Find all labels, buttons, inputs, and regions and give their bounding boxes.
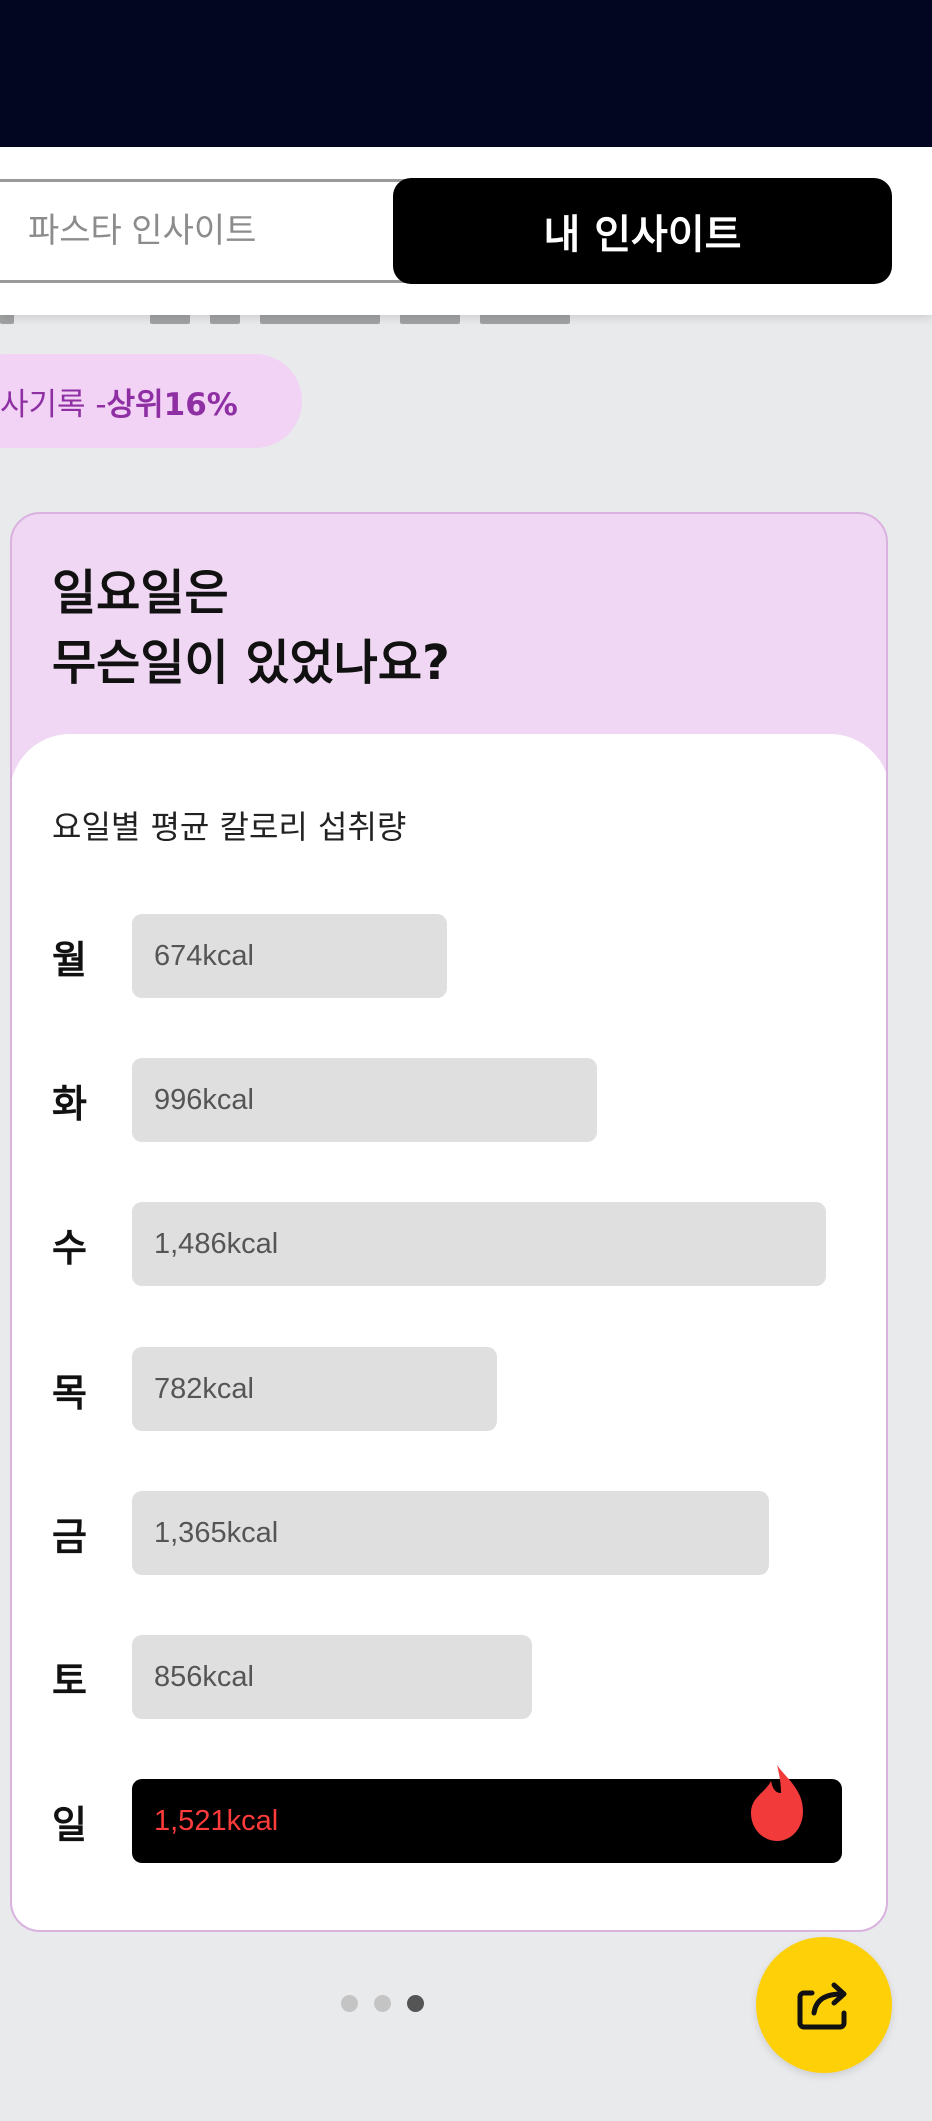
chart-panel: 요일별 평균 칼로리 섭취량 월 674kcal 화 996kcal 수 1,486kca… [12, 734, 886, 1930]
share-icon [797, 1982, 847, 2030]
day-label: 토 [52, 1658, 87, 1703]
rank-badge-value: 상위16% [106, 386, 238, 423]
page-dot[interactable] [407, 1994, 424, 2012]
day-label: 월 [52, 937, 87, 982]
card-title: 일요일은 무슨일이 있었나요? [52, 558, 832, 698]
card-title-line-2: 무슨일이 있었나요? [52, 635, 450, 691]
page-dot[interactable] [374, 1994, 391, 2012]
status-bar [0, 0, 932, 147]
day-label: 수 [52, 1225, 87, 1270]
bar-value-label: 782kcal [154, 1372, 254, 1405]
weekday-calorie-chart: 월 674kcal 화 996kcal 수 1,486kcal 목 782kcal 금 1,365… [12, 734, 886, 1930]
page-indicator [341, 1994, 431, 2012]
bar-value-label: 856kcal [154, 1660, 254, 1693]
insight-screen: 파스타 인사이트 내 인사이트 사기록 - 상위16% 일요일은 무슨일이 있었… [0, 0, 932, 2121]
insight-card: 일요일은 무슨일이 있었나요? 요일별 평균 칼로리 섭취량 월 674kcal 화… [10, 512, 888, 1932]
insight-tab-bar: 파스타 인사이트 내 인사이트 [0, 147, 932, 315]
card-title-line-1: 일요일은 [52, 565, 229, 621]
day-label: 화 [52, 1081, 87, 1126]
day-label: 일 [52, 1802, 87, 1847]
page-dot[interactable] [341, 1994, 358, 2012]
bar-value-label: 1,365kcal [154, 1516, 279, 1549]
rank-badge-label: 사기록 - [0, 386, 107, 423]
day-label: 금 [52, 1514, 87, 1559]
bar-value-label: 996kcal [154, 1083, 254, 1116]
rank-badge: 사기록 - 상위16% [0, 354, 302, 448]
tab-my-insight[interactable]: 내 인사이트 [393, 178, 892, 284]
day-label: 목 [52, 1370, 87, 1415]
share-button[interactable] [756, 1937, 892, 2073]
bar-value-label: 1,521kcal [154, 1804, 279, 1837]
bar-value-label: 674kcal [154, 939, 254, 972]
tab-pasta-insight[interactable]: 파스타 인사이트 [28, 207, 256, 255]
bar-value-label: 1,486kcal [154, 1227, 279, 1260]
flame-icon [751, 1765, 803, 1841]
